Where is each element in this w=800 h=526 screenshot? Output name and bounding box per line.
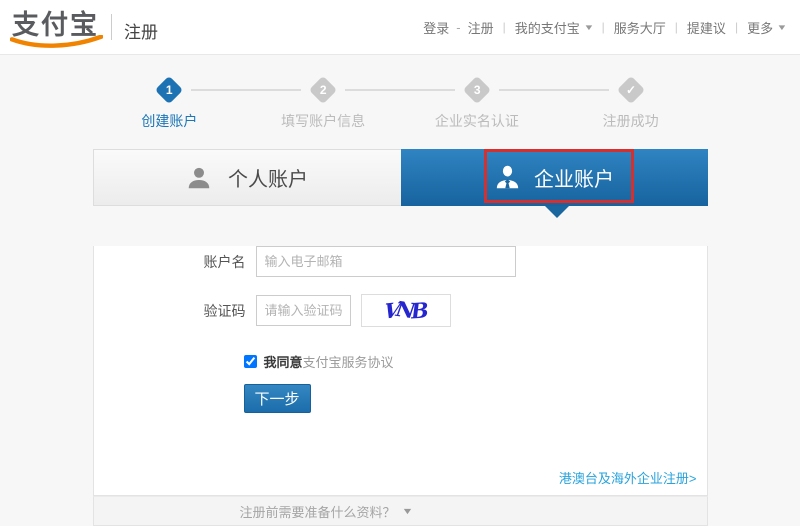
step-create-account: 1 创建账户 <box>93 75 247 131</box>
step-3-label: 企业实名认证 <box>434 113 519 129</box>
nav-separator: | <box>734 20 739 34</box>
tab-personal-label: 个人账户 <box>228 169 308 191</box>
step-2-number: 2 <box>319 83 327 97</box>
step-3-diamond: 3 <box>462 75 492 105</box>
chevron-down-icon: ▼ <box>583 22 595 32</box>
agreement-checkbox[interactable] <box>243 355 257 368</box>
brand-divider <box>111 14 112 40</box>
check-icon: ✓ <box>625 83 636 97</box>
account-input[interactable] <box>255 246 516 277</box>
captcha-input[interactable] <box>255 295 351 326</box>
nav-dash-separator: - <box>456 19 461 35</box>
chevron-down-icon: ▼ <box>400 506 414 516</box>
next-step-button[interactable]: 下一步 <box>243 384 311 413</box>
nav-register-link[interactable]: 注册 <box>468 18 494 37</box>
captcha-letter: B <box>410 297 428 324</box>
chevron-down-icon: ▼ <box>776 22 788 32</box>
progress-steps: 1 创建账户 2 填写账户信息 3 企业实名认证 ✓ 注册成功 <box>93 75 708 131</box>
nav-login-link[interactable]: 登录 <box>423 18 449 37</box>
nav-service-hall-link[interactable]: 服务大厅 <box>614 18 666 37</box>
active-tab-pointer <box>544 206 569 218</box>
top-nav: 登录 - 注册 | 我的支付宝 ▼ | 服务大厅 | 提建议 | 更多 ▼ <box>423 18 788 37</box>
nav-my-alipay-label: 我的支付宝 <box>514 20 580 36</box>
captcha-label: 验证码 <box>203 302 246 319</box>
nav-more-label: 更多 <box>747 20 774 36</box>
account-type-tabs: 个人账户 企业账户 <box>92 149 708 206</box>
step-verify-identity: 3 企业实名认证 <box>345 75 554 131</box>
tab-personal-account[interactable]: 个人账户 <box>92 149 401 206</box>
logo-swoosh-icon <box>10 35 103 48</box>
brand: 支付宝 注册 <box>10 3 158 51</box>
prepare-materials-toggle[interactable]: 注册前需要准备什么资料？ ▼ <box>92 496 708 526</box>
person-icon <box>188 167 210 188</box>
alipay-logo[interactable]: 支付宝 <box>10 3 103 51</box>
step-2-diamond: 2 <box>308 75 338 105</box>
step-1-diamond: 1 <box>155 75 184 105</box>
register-form: 账户名 验证码 VNB 我同意 支付宝服务协议 下一步 港澳台及海外企业注册> <box>92 246 708 496</box>
captcha-text: VNB <box>383 296 428 324</box>
captcha-image[interactable]: VNB <box>360 294 451 327</box>
agreement-row: 我同意 支付宝服务协议 <box>243 352 707 371</box>
nav-suggest-link[interactable]: 提建议 <box>687 18 726 37</box>
account-row: 账户名 <box>200 246 707 277</box>
nav-more-link[interactable]: 更多 ▼ <box>747 18 788 37</box>
step-register-success: ✓ 注册成功 <box>498 75 708 131</box>
account-label: 账户名 <box>203 253 246 270</box>
step-2-label: 填写账户信息 <box>281 113 366 129</box>
register-card: 个人账户 企业账户 账户名 验证码 VNB 我同意 支付宝服务 <box>92 149 708 526</box>
step-1-label: 创建账户 <box>141 113 198 129</box>
businessman-icon <box>496 165 519 189</box>
nav-my-alipay-link[interactable]: 我的支付宝 ▼ <box>514 18 595 37</box>
nav-separator: | <box>674 20 678 34</box>
step-1-number: 1 <box>166 83 173 97</box>
agreement-link[interactable]: 支付宝服务协议 <box>303 352 394 371</box>
agreement-prefix: 我同意 <box>263 355 303 370</box>
step-4-diamond: ✓ <box>616 75 645 105</box>
nav-separator: | <box>502 20 506 34</box>
header: 支付宝 注册 登录 - 注册 | 我的支付宝 ▼ | 服务大厅 | 提建议 | … <box>0 0 800 55</box>
tab-enterprise-label: 企业账户 <box>534 169 614 191</box>
captcha-row: 验证码 VNB <box>200 294 707 327</box>
step-3-number: 3 <box>473 83 481 97</box>
step-fill-info: 2 填写账户信息 <box>191 75 400 131</box>
overseas-register-link[interactable]: 港澳台及海外企业注册> <box>559 468 697 487</box>
footer-question-label: 注册前需要准备什么资料？ <box>239 504 396 520</box>
page-title: 注册 <box>124 22 158 42</box>
tab-enterprise-account[interactable]: 企业账户 <box>400 149 708 206</box>
nav-separator: | <box>601 20 605 34</box>
step-4-label: 注册成功 <box>602 113 659 129</box>
